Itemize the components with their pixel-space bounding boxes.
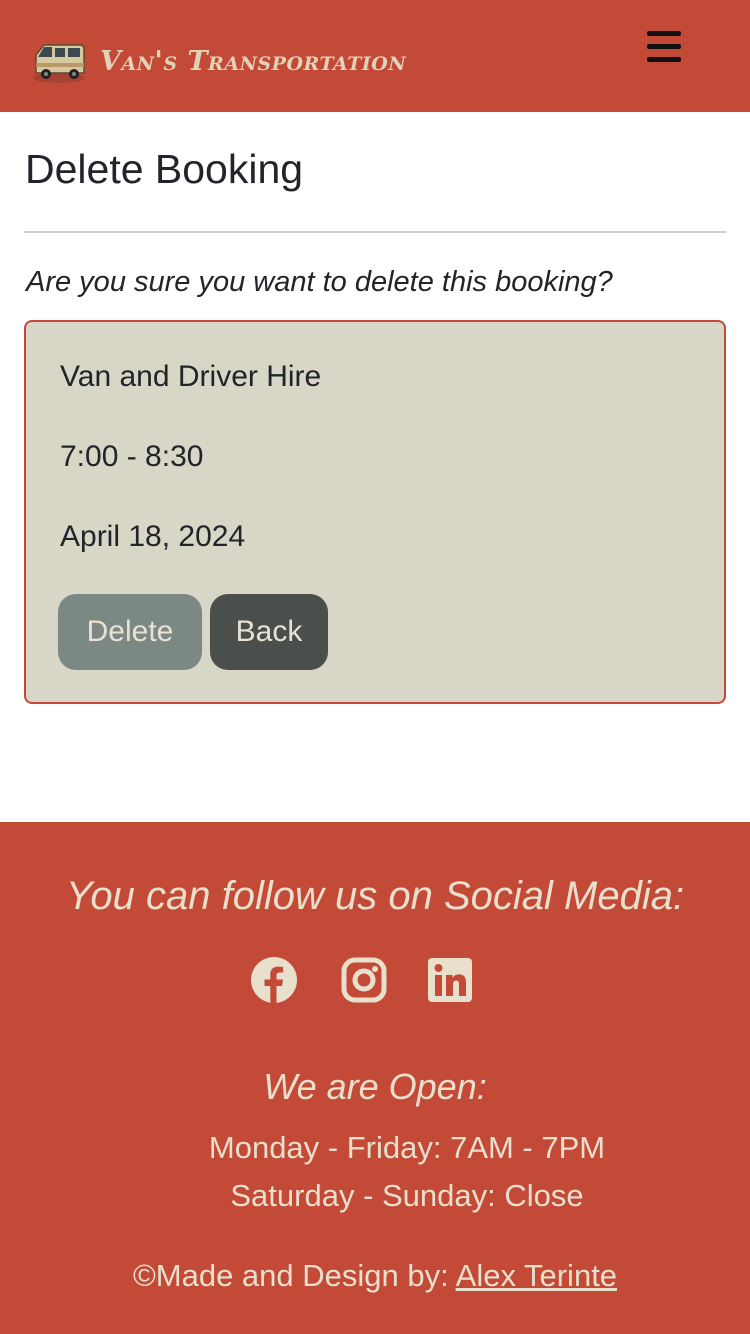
credit: ©Made and Design by: Alex Terinte [0,1258,750,1294]
navbar: Van's Transportation [0,0,750,112]
delete-button[interactable]: Delete [58,594,202,670]
page-title: Delete Booking [25,146,304,192]
linkedin-icon[interactable] [426,956,474,1004]
back-button[interactable]: Back [210,594,328,670]
facebook-icon[interactable] [250,956,298,1004]
author-link[interactable]: Alex Terinte [456,1258,617,1293]
confirm-question: Are you sure you want to delete this boo… [26,266,613,298]
title-divider [24,231,726,233]
booking-service: Van and Driver Hire [60,360,322,393]
footer: You can follow us on Social Media: We ar… [0,822,750,1334]
social-heading: You can follow us on Social Media: [65,874,685,918]
booking-time: 7:00 - 8:30 [60,440,204,473]
hamburger-menu-icon[interactable] [640,28,688,68]
social-icons [250,956,500,1006]
booking-card: Van and Driver Hire 7:00 - 8:30 April 18… [24,320,726,704]
hours-weekdays: Monday - Friday: 7AM - 7PM [208,1130,606,1165]
hours-heading: We are Open: [263,1066,487,1107]
hours-weekend: Saturday - Sunday: Close [230,1178,584,1213]
menu-bar [647,57,681,62]
brand-link[interactable]: Van's Transportation [30,36,406,86]
booking-date: April 18, 2024 [60,520,246,553]
menu-bar [647,44,681,49]
menu-bar [647,31,681,36]
van-logo-icon [33,44,85,83]
credit-prefix: ©Made and Design by: [132,1258,456,1293]
brand-name: Van's Transportation [100,45,407,77]
instagram-icon[interactable] [340,956,388,1004]
